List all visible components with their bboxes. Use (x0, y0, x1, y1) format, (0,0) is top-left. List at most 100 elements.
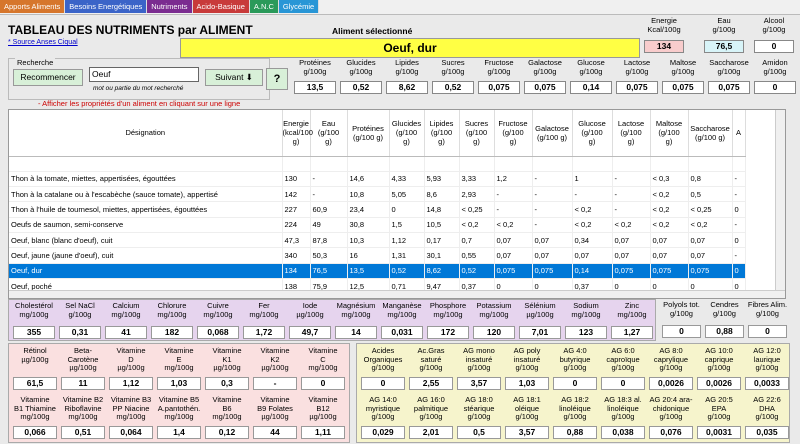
nutrient-box-label: Lactose g/100g (623, 58, 651, 76)
others-cell: Polyols tot. g/100g 0 (660, 300, 703, 339)
reset-button[interactable]: Recommencer (13, 69, 83, 86)
lipids_row2-value: 0,5 (457, 426, 501, 439)
nutrient-box: Galactose g/100g (522, 58, 568, 76)
table-row[interactable]: Oeuf, blanc (blanc d'oeuf), cuit 47,3 87,8… (9, 232, 746, 249)
table-cell: Thon à l'huile de tournesol, miettes, ap… (9, 201, 283, 218)
table-cell: 130 (282, 171, 311, 188)
nutrient-box-label: Fructose g/100g (484, 58, 514, 76)
lipids_row2-value: 0,076 (649, 426, 693, 439)
column-header[interactable]: A (732, 110, 746, 157)
table-cell: 0,55 (459, 247, 495, 264)
minerals-value: 49,7 (289, 326, 331, 339)
column-header[interactable]: Energie (kcal/100 g) (282, 110, 313, 157)
table-cell: 0,07 (612, 247, 651, 264)
table-cell: - (494, 186, 533, 203)
column-header[interactable]: Protéines (g/100 g) (347, 110, 390, 157)
help-button[interactable]: ? (266, 68, 288, 90)
nutrient-box-value: 8,62 (386, 81, 428, 94)
vitamins_row1-value: 1,12 (109, 377, 153, 390)
vitamins_row2-cell: Vitamine B2 Riboflavine mg/100g 0,51 (59, 395, 107, 440)
table-cell: Thon à la tomate, miettes, appertisées, … (9, 171, 283, 188)
vitamins_row1-cell: Vitamine K2 µg/100g - (251, 346, 299, 391)
table-cell: 224 (282, 217, 311, 233)
table-cell: 13,5 (347, 263, 390, 279)
table-cell: 0,8 (688, 171, 733, 188)
tab-a-n-c[interactable]: A.N.C (249, 0, 279, 13)
column-header[interactable]: Maltose (g/100 g) (650, 110, 689, 157)
column-header[interactable]: Glucides (g/100 g) (389, 110, 425, 157)
lipids_row2-label: AG 14:0 myristique g/100g (365, 395, 401, 421)
minerals-label: Sélénium µg/100g (524, 301, 556, 319)
energy-box: Alcool g/100g (750, 16, 798, 34)
lipids_row2-cell: AG 18:3 al. linoléique g/100g 0,038 (599, 395, 647, 440)
lipids_row1-label: AG 10:0 caprique g/100g (704, 346, 734, 372)
vitamins_row2-cell: Vitamine B5 A.pantothén. mg/100g 1,4 (155, 395, 203, 440)
lipids_row1-value: 0,0026 (697, 377, 741, 390)
table-row[interactable]: Thon à la tomate, miettes, appertisées, … (9, 171, 746, 188)
next-button[interactable]: Suivant ⬇ (205, 69, 263, 86)
vertical-scrollbar[interactable] (775, 110, 785, 298)
table-row[interactable]: Thon à la catalane ou à l'escabèche (sau… (9, 186, 746, 203)
table-row[interactable]: Oeuf, dur 134 76,5 13,5 0,52 8,62 0,52 0,075 0,0… (9, 263, 746, 279)
energy-box-value: 134 (644, 40, 684, 53)
lipids_row2-cell: AG 20:4 ara-chidonique g/100g 0,076 (647, 395, 695, 440)
column-header[interactable]: Sucres (g/100 g) (459, 110, 495, 157)
column-header[interactable]: Lipides (g/100 g) (424, 110, 460, 157)
table-cell: 16 (347, 247, 390, 264)
source-link[interactable]: * Source Anses Ciqual (8, 39, 78, 46)
table-cell: 0,07 (612, 232, 651, 249)
tab-glyc-mie[interactable]: Glycémie (278, 0, 320, 13)
table-cell: 0 (732, 201, 746, 218)
table-cell: - (310, 171, 348, 188)
vitamins_row2-label: Vitamine B6 mg/100g (212, 395, 242, 421)
vitamins_row2-value: 0,066 (13, 426, 57, 439)
tab-bar: Apports Aliments Besoins Energétiques Nutr… (0, 0, 800, 14)
search-group-label: Recherche (15, 58, 56, 67)
column-header[interactable]: Lactose (g/100 g) (612, 110, 651, 157)
minerals-cell: Potassium mg/100g 120 (471, 301, 517, 340)
column-header[interactable]: Saccharose (g/100 g) (688, 110, 733, 157)
table-row[interactable]: Oeuf, jaune (jaune d'oeuf), cuit 340 50,3 1… (9, 247, 746, 264)
nutrient-box-label: Protéines g/100g (299, 58, 331, 76)
minerals-label: Cuivre mg/100g (203, 301, 233, 319)
table-row[interactable] (9, 156, 746, 172)
vitamins_row1-cell: Vitamine K1 µg/100g 0,3 (203, 346, 251, 391)
table-cell: 14,6 (347, 171, 390, 188)
table-cell: 60,9 (310, 201, 348, 218)
table-row[interactable]: Thon à l'huile de tournesol, miettes, ap… (9, 201, 746, 218)
lipids_row1-value: 0 (361, 377, 405, 390)
table-cell: 0,07 (532, 247, 573, 264)
nutrient-box: Glucose g/100g (568, 58, 614, 76)
vitamins_row1-label: Beta- Carotène µg/100g (67, 346, 99, 372)
tab-nutriments[interactable]: Nutriments (147, 0, 193, 13)
lipids_row2-value: 0,035 (745, 426, 789, 439)
table-cell: - (532, 186, 573, 203)
tab-apports-aliments[interactable]: Apports Aliments (0, 0, 66, 13)
column-header[interactable]: Galactose (g/100 g) (532, 110, 573, 157)
selected-food-name: Oeuf, dur (180, 38, 640, 58)
lipids_row2-cell: AG 18:2 linoléique g/100g 0,88 (551, 395, 599, 440)
table-cell: < 0,2 (688, 217, 733, 233)
minerals-cell: Chlorure mg/100g 182 (149, 301, 195, 340)
column-header[interactable]: Fructose (g/100 g) (494, 110, 533, 157)
table-cell: 1,12 (389, 232, 425, 249)
minerals-value: 120 (473, 326, 515, 339)
lipids_row1-cell: Acides Organiques g/100g 0 (359, 346, 407, 391)
column-header[interactable]: Glucose (g/100 g) (572, 110, 613, 157)
minerals-cell: Zinc mg/100g 1,27 (609, 301, 655, 340)
tab-besoins-energ-tiques[interactable]: Besoins Energétiques (65, 0, 148, 13)
table-row[interactable]: Oeufs de saumon, semi-conserve 224 49 30,8 1… (9, 217, 746, 233)
table-cell: 0,075 (532, 263, 573, 279)
vitamins_row1-label: Vitamine K1 µg/100g (212, 346, 242, 372)
column-header[interactable]: Eau (g/100 g) (310, 110, 348, 157)
minerals-cell: Fer mg/100g 1,72 (241, 301, 287, 340)
vitamins_row2-cell: Vitamine B9 Folates µg/100g 44 (251, 395, 299, 440)
table-cell: 1,2 (494, 171, 533, 188)
tab-acido-basique[interactable]: Acido-Basique (192, 0, 250, 13)
vitamins_row2-cell: Vitamine B6 mg/100g 0,12 (203, 395, 251, 440)
column-header[interactable]: Désignation (9, 110, 283, 157)
vitamins_row2-label: Vitamine B3 PP Niacine mg/100g (110, 395, 152, 421)
search-input[interactable]: Oeuf (89, 67, 199, 82)
horizontal-scrollbar[interactable] (9, 290, 785, 298)
minerals-label: Calcium mg/100g (111, 301, 141, 319)
